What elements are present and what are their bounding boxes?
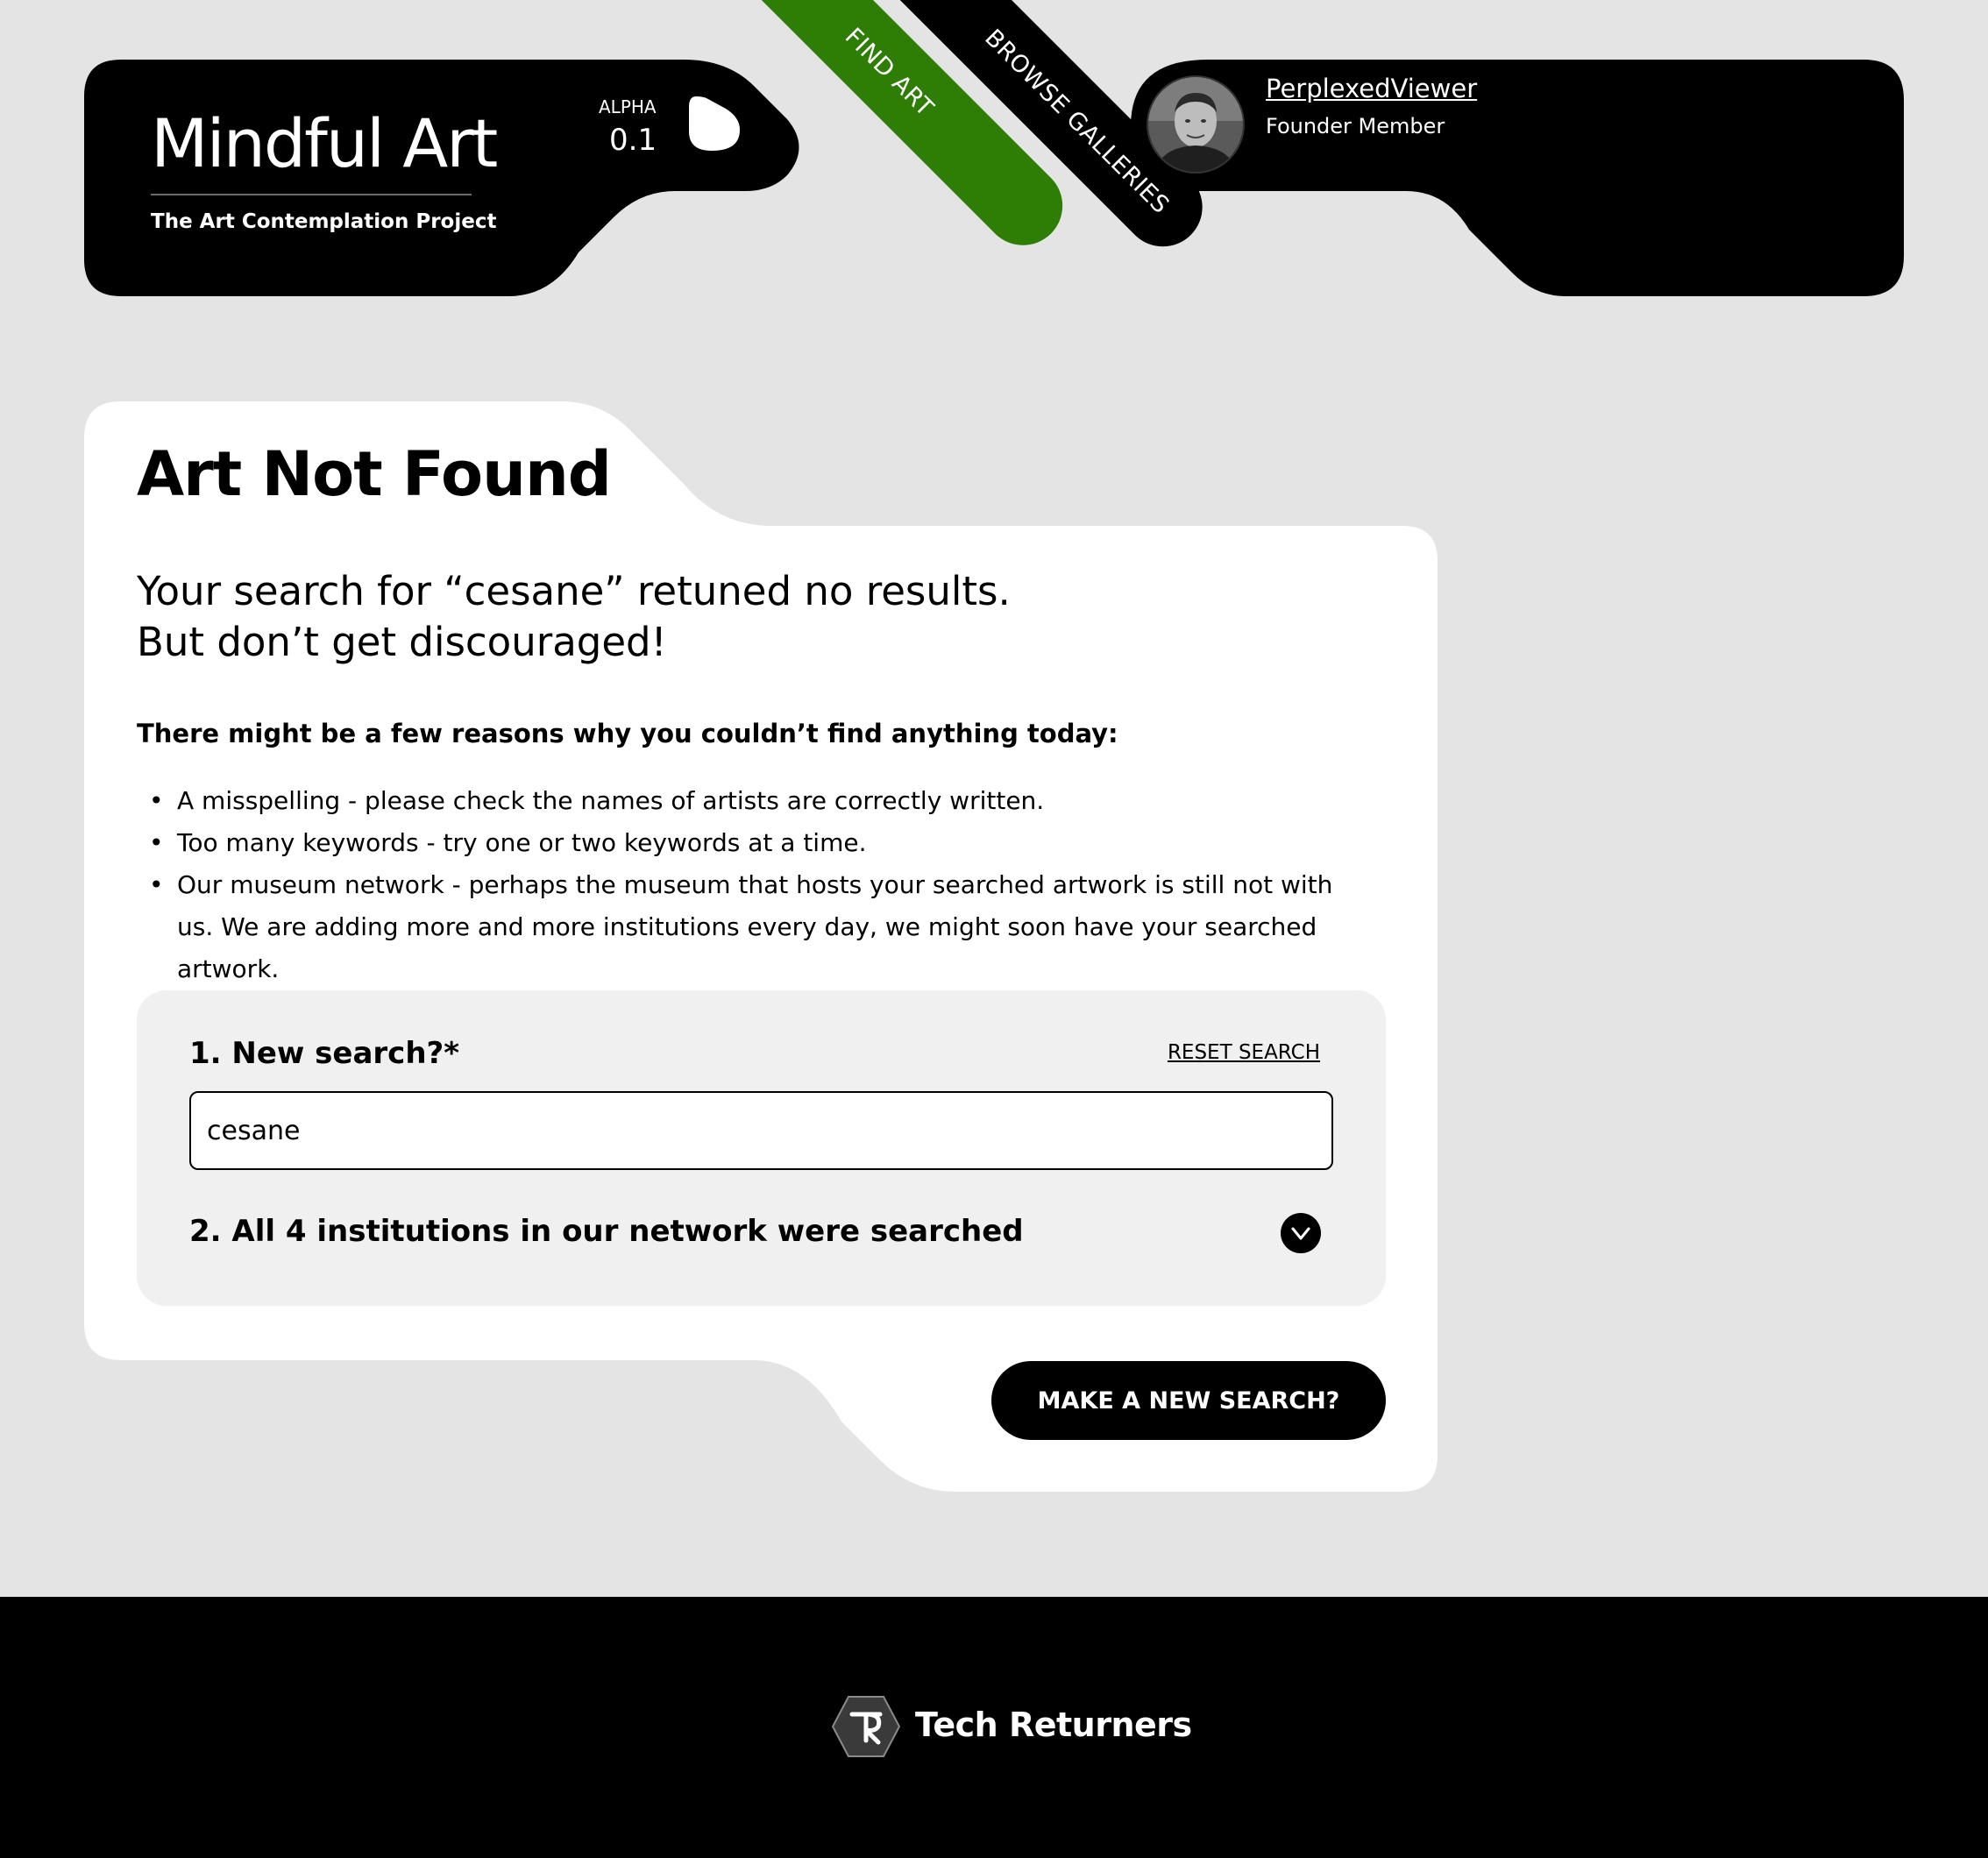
chevron-down-icon xyxy=(1291,1227,1310,1240)
bullet-icon: • xyxy=(149,786,164,815)
page: FIND ART BROWSE GALLERIES Mindful Art Th… xyxy=(0,0,1988,1858)
main-card xyxy=(84,401,1438,1492)
bullet-icon: • xyxy=(149,828,164,857)
reset-search-link[interactable]: RESET SEARCH xyxy=(1168,1041,1320,1064)
search-result-line-2: But don’t get discouraged! xyxy=(137,619,667,665)
reason-text: Too many keywords - try one or two keywo… xyxy=(177,828,867,857)
institutions-toggle-button[interactable] xyxy=(1281,1213,1321,1253)
search-result-line-1: Your search for “cesane” retuned no resu… xyxy=(137,568,1011,614)
reason-text: A misspelling - please check the names o… xyxy=(177,786,1045,815)
footer-brand[interactable]: Tech Returners xyxy=(915,1706,1192,1744)
list-item: • Our museum network - perhaps the museu… xyxy=(149,864,1376,990)
tech-returners-logo-icon xyxy=(831,1696,901,1757)
bullet-icon: • xyxy=(149,870,164,899)
list-item: • A misspelling - please check the names… xyxy=(149,780,1376,822)
search-input[interactable] xyxy=(189,1091,1333,1170)
search-panel: 1. New search?* RESET SEARCH 2. All 4 in… xyxy=(137,990,1386,1306)
make-new-search-button[interactable]: MAKE A NEW SEARCH? xyxy=(991,1361,1386,1440)
institutions-label[interactable]: 2. All 4 institutions in our network wer… xyxy=(189,1214,1024,1249)
reason-text: Our museum network - perhaps the museum … xyxy=(177,870,1333,983)
new-search-label: 1. New search?* xyxy=(189,1036,460,1071)
reasons-heading: There might be a few reasons why you cou… xyxy=(137,719,1118,748)
list-item: • Too many keywords - try one or two key… xyxy=(149,822,1376,864)
footer: Tech Returners xyxy=(0,1597,1988,1858)
page-title: Art Not Found xyxy=(137,438,612,510)
reasons-list: • A misspelling - please check the names… xyxy=(149,780,1376,990)
search-result-message: Your search for “cesane” retuned no resu… xyxy=(137,566,1011,668)
